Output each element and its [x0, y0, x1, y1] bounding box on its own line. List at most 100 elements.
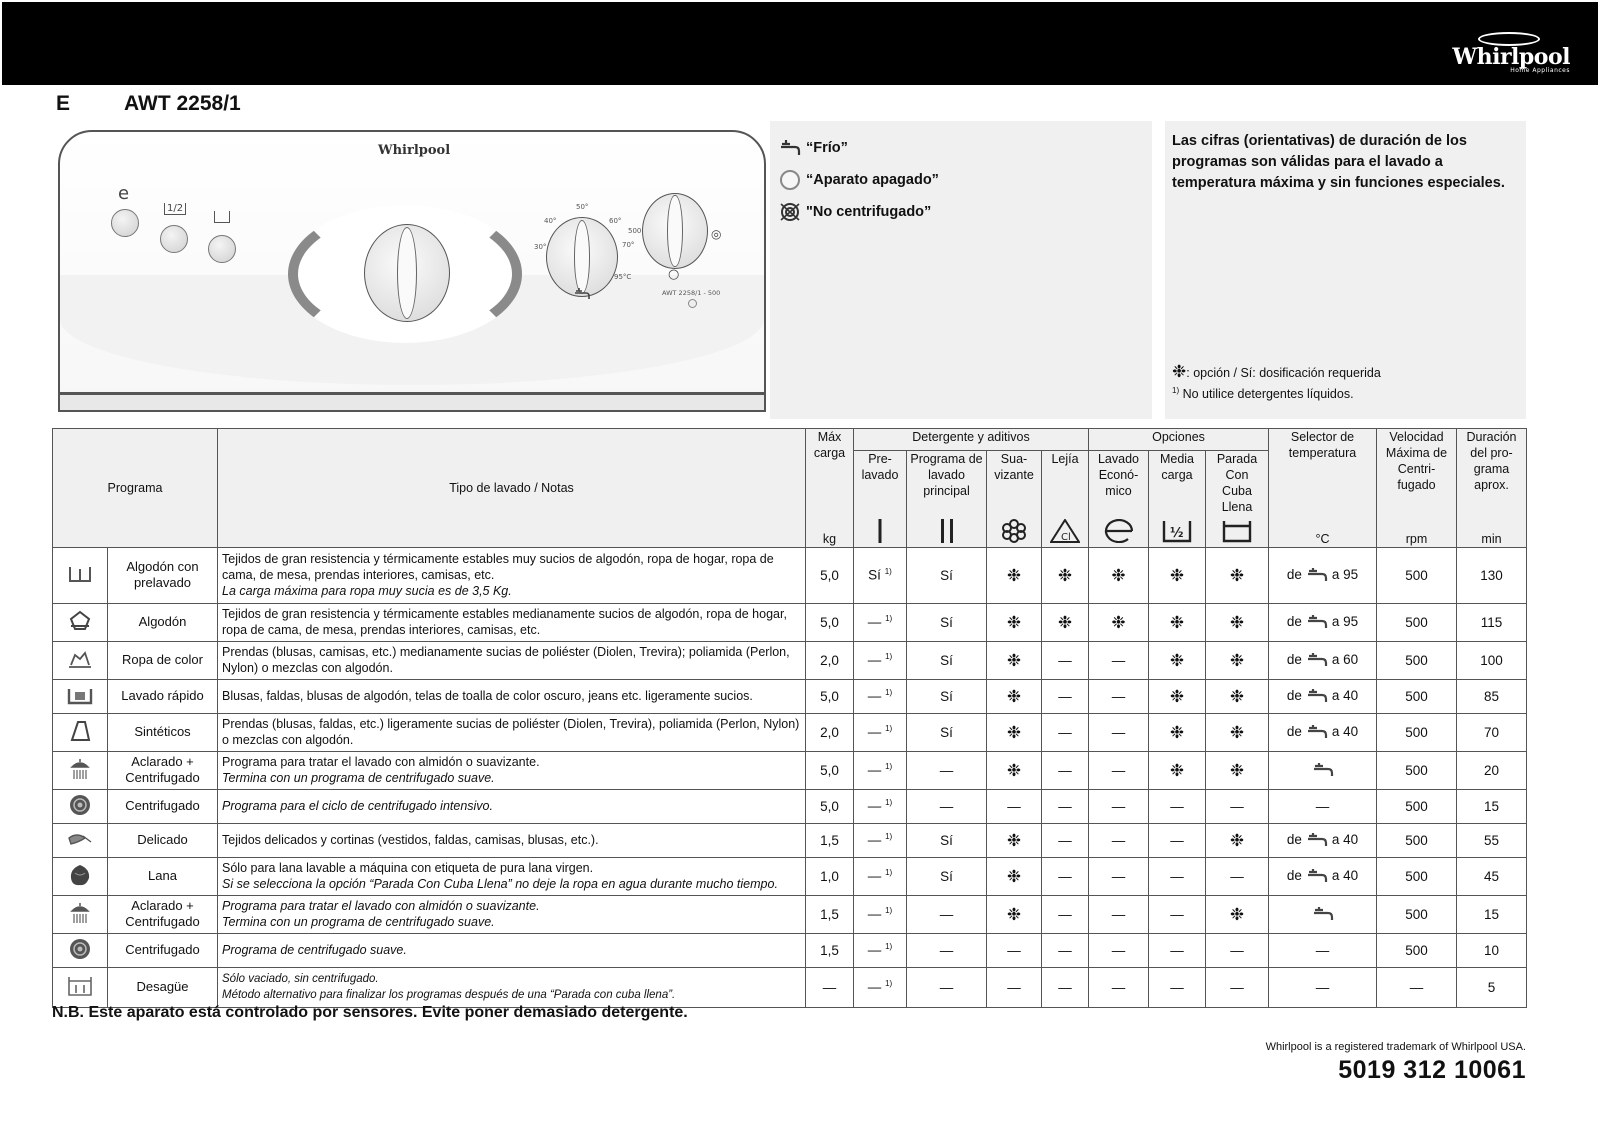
rinse-hold-option-value: ❉	[1205, 822, 1269, 858]
header-max-carga: Máx carga	[805, 428, 854, 515]
max-load: 5,0	[805, 678, 854, 714]
table-row: Centrifugado Programa de centrifugado sua…	[52, 932, 1527, 968]
prewash-value: — 1)	[853, 822, 907, 858]
eco-option-value: —	[1088, 678, 1149, 714]
rinse-spin-icon	[52, 750, 108, 790]
legend-label: "No centrifugado”	[806, 204, 932, 220]
part-number: 5019 312 10061	[1338, 1056, 1526, 1084]
half-load-option-value: ❉	[1148, 546, 1206, 604]
prewash-compartment-icon	[853, 515, 907, 548]
temperature-range: de a 40	[1268, 678, 1377, 714]
table-row: Desagüe Sólo vaciado, sin centrifugado. Mé…	[52, 966, 1527, 1008]
cold-tap-icon	[1308, 762, 1338, 777]
cold-tap-icon	[1302, 724, 1332, 739]
rinse-hold-option-value: —	[1205, 966, 1269, 1008]
rinse-spin-icon	[52, 894, 108, 934]
main-wash-value: Sí	[906, 856, 987, 896]
program-description: Programa para el ciclo de centrifugado i…	[217, 788, 806, 824]
eco-button[interactable]	[111, 209, 139, 237]
eco-option-value: —	[1088, 932, 1149, 968]
rapid-wash-icon	[52, 678, 108, 714]
bleach-value: —	[1041, 932, 1089, 968]
program-description: Sólo para lana lavable a máquina con eti…	[217, 856, 806, 896]
rinse-hold-option-value: ❉	[1205, 602, 1269, 642]
duration-minutes: 70	[1456, 712, 1527, 752]
sensor-note: N.B. Este aparato está controlado por se…	[52, 1004, 688, 1021]
symbol-legend: “Frío” “Aparato apagado” "No centrifugad…	[770, 121, 1152, 419]
program-name: Desagüe	[107, 966, 218, 1008]
rinse-hold-option-value: ❉	[1205, 678, 1269, 714]
half-load-option-value: ❉	[1148, 678, 1206, 714]
half-load-button[interactable]	[160, 225, 188, 253]
header-prelavado: Pre-lavado	[853, 450, 907, 515]
bleach-value: —	[1041, 856, 1089, 896]
half-load-option-value: —	[1148, 788, 1206, 824]
spin-speed: 500	[1376, 856, 1457, 896]
eco-option-value: —	[1088, 712, 1149, 752]
duration-minutes: 85	[1456, 678, 1527, 714]
main-wash-value: Sí	[906, 602, 987, 642]
prewash-value: — 1)	[853, 678, 907, 714]
main-wash-compartment-icon	[906, 515, 987, 548]
temperature-range: de a 95	[1268, 602, 1377, 642]
temp-tick-60: 60°	[609, 217, 622, 225]
notes-box: Las cifras (orientativas) de duración de…	[1165, 121, 1526, 419]
prewash-value: — 1)	[853, 966, 907, 1008]
softener-value: ❉	[986, 822, 1042, 858]
table-row: Centrifugado Programa para el ciclo de ce…	[52, 788, 1527, 824]
prewash-value: — 1)	[853, 894, 907, 934]
spin-selector-knob[interactable]	[642, 193, 708, 269]
bleach-value: ❉	[1041, 546, 1089, 604]
spin-speed: 500	[1376, 932, 1457, 968]
main-wash-value: —	[906, 894, 987, 934]
prewash-value: — 1)	[853, 856, 907, 896]
panel-model-label: AWT 2258/1 - 500	[662, 289, 721, 297]
legend-item-off: “Aparato apagado”	[778, 169, 939, 191]
temp-tick-50: 50°	[576, 203, 589, 211]
option-legend: ❉: opción / Sí: dosificación requerida	[1172, 362, 1381, 381]
table-row: Lavado rápido Blusas, faldas, blusas de a…	[52, 678, 1527, 714]
main-wash-value: Sí	[906, 546, 987, 604]
max-load: 2,0	[805, 712, 854, 752]
duration-minutes: 15	[1456, 788, 1527, 824]
table-row: Delicado Tejidos delicados y cortinas (ve…	[52, 822, 1527, 858]
svg-text:½: ½	[1170, 526, 1183, 541]
rinse-hold-button[interactable]	[208, 235, 236, 263]
cold-tap-icon	[1302, 567, 1332, 582]
table-row: Algodón Tejidos de gran resistencia y tér…	[52, 602, 1527, 642]
spin-speed: 500	[1376, 640, 1457, 680]
softener-value: ❉	[986, 856, 1042, 896]
program-name: Delicado	[107, 822, 218, 858]
unit-kg: kg	[805, 515, 854, 548]
duration-minutes: 55	[1456, 822, 1527, 858]
table-row: Lana Sólo para lana lavable a máquina con…	[52, 856, 1527, 896]
main-wash-value: Sí	[906, 822, 987, 858]
max-load: 1,5	[805, 894, 854, 934]
cold-tap-icon	[1302, 614, 1332, 629]
program-name: Algodón con prelavado	[107, 546, 218, 604]
softener-flower-icon	[986, 515, 1042, 548]
delicate-icon	[52, 822, 108, 858]
full-tub-symbol-icon	[214, 211, 230, 223]
cold-tap-icon	[778, 137, 802, 159]
legend-item-cold: “Frío”	[778, 137, 848, 159]
half-load-option-value: ❉	[1148, 602, 1206, 642]
drain-icon	[52, 966, 108, 1008]
brand-name: Whirlpool	[1452, 44, 1570, 70]
spin-icon	[52, 932, 108, 968]
program-description: Tejidos delicados y cortinas (vestidos, …	[217, 822, 806, 858]
temperature-range: —	[1268, 788, 1377, 824]
rinse-hold-option-value: ❉	[1205, 712, 1269, 752]
header-principal: Programa de lavado principal	[906, 450, 987, 515]
temperature-selector-knob[interactable]	[546, 217, 618, 297]
half-load-option-value: —	[1148, 856, 1206, 896]
half-load-option-value: ❉	[1148, 712, 1206, 752]
spin-speed: 500	[1376, 750, 1457, 790]
unit-min: min	[1456, 515, 1527, 548]
rinse-hold-option-value: ❉	[1205, 640, 1269, 680]
table-row: Ropa de color Prendas (blusas, camisas, e…	[52, 640, 1527, 680]
program-selector-knob[interactable]	[364, 224, 450, 322]
header-parada: Parada Con Cuba Llena	[1205, 450, 1269, 515]
max-load: 5,0	[805, 602, 854, 642]
half-load-option-value: —	[1148, 822, 1206, 858]
